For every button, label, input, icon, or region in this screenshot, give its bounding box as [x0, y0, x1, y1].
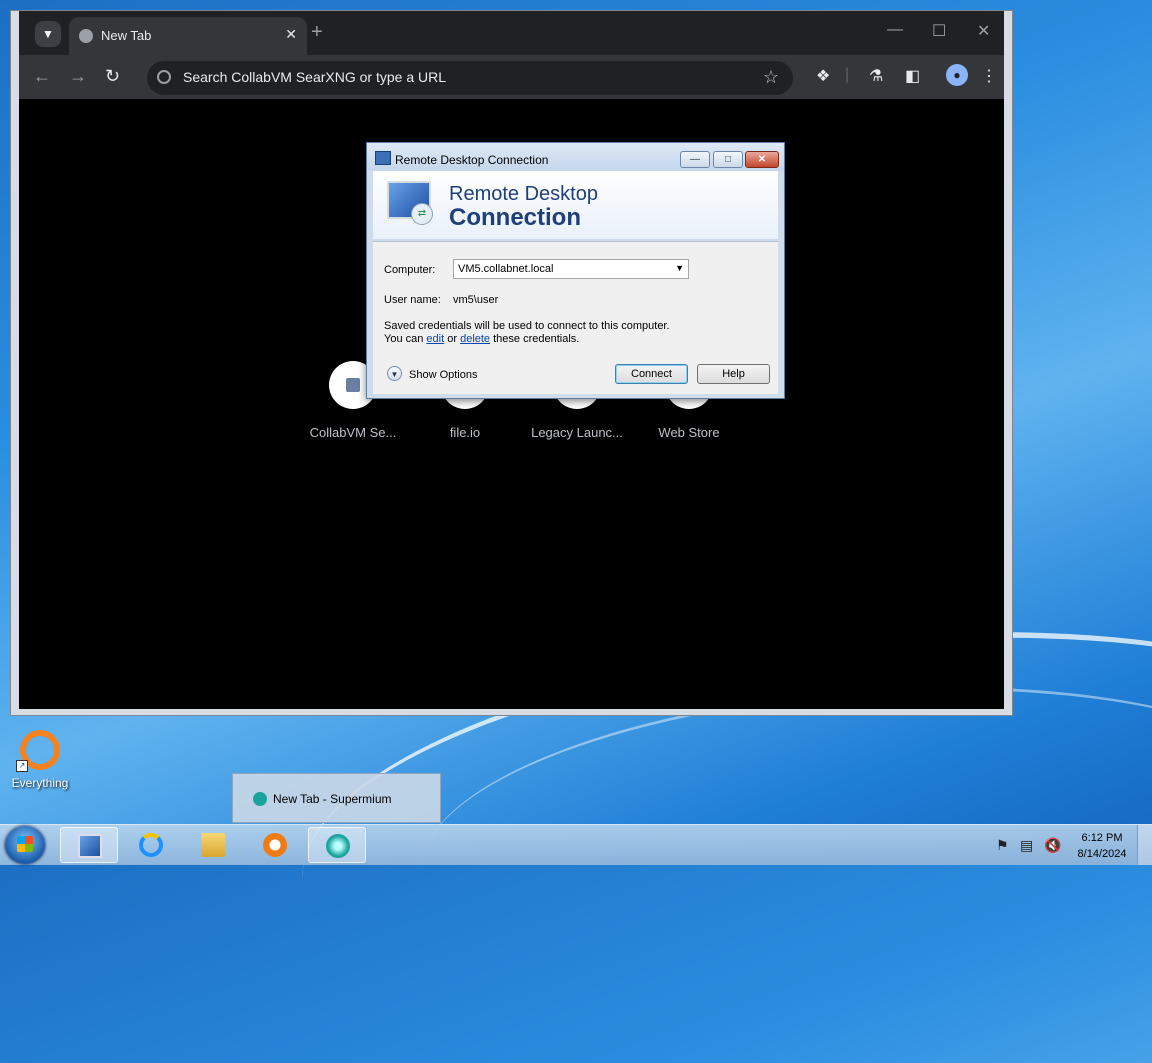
- rdp-minimize-icon[interactable]: —: [680, 151, 710, 168]
- supermium-browser-icon: [326, 834, 350, 858]
- action-center-flag-icon[interactable]: ⚑: [996, 837, 1009, 854]
- dropdown-arrow-icon[interactable]: ▼: [675, 263, 684, 273]
- rdp-close-icon[interactable]: ✕: [745, 151, 779, 168]
- computer-label: Computer:: [384, 264, 436, 276]
- minimize-icon[interactable]: —: [887, 21, 903, 39]
- taskbar-supermium[interactable]: [308, 827, 366, 863]
- media-player-icon: [263, 833, 287, 857]
- new-tab-plus-icon[interactable]: +: [311, 21, 323, 44]
- extensions-puzzle-icon[interactable]: ❖: [816, 66, 830, 86]
- browser-toolbar: ← → ↻ Search CollabVM SearXNG or type a …: [19, 55, 1004, 99]
- clock-date: 8/14/2024: [1077, 848, 1127, 860]
- labs-flask-icon[interactable]: ⚗: [869, 66, 883, 86]
- globe-icon: [79, 29, 93, 43]
- rdp-maximize-icon[interactable]: □: [713, 151, 743, 168]
- computer-combobox[interactable]: VM5.collabnet.local ▼: [453, 259, 689, 279]
- shortcut-label: Web Store: [658, 425, 720, 440]
- tab-search-chevron-icon[interactable]: ▼: [35, 21, 61, 47]
- taskbar: ⚑ ▤ 🔇 6:12 PM 8/14/2024: [0, 824, 1152, 865]
- side-panel-icon[interactable]: ◧: [905, 66, 920, 86]
- rdp-monitor-icon: [78, 834, 102, 858]
- site-info-icon[interactable]: [157, 70, 171, 84]
- toolbar-divider: |: [845, 66, 850, 83]
- volume-muted-icon[interactable]: 🔇: [1044, 837, 1061, 854]
- expand-chevron-icon[interactable]: ▼: [387, 366, 402, 381]
- show-desktop-button[interactable]: [1137, 825, 1152, 865]
- rdp-title-icon: [375, 151, 391, 165]
- tab-bar: ▼ New Tab ✕ + — ☐ ✕: [19, 11, 1004, 55]
- taskbar-media-player[interactable]: [246, 827, 304, 863]
- username-value: vm5\user: [453, 294, 499, 306]
- edit-credentials-link[interactable]: edit: [426, 333, 444, 345]
- preview-title: New Tab - Supermium: [273, 792, 392, 806]
- shortcut-label: Legacy Launc...: [531, 425, 623, 440]
- show-options-link[interactable]: Show Options: [409, 369, 477, 381]
- forward-arrow-icon[interactable]: →: [69, 66, 87, 87]
- cred-or: or: [447, 333, 458, 345]
- tab-title: New Tab: [101, 28, 152, 43]
- shortcut-label: file.io: [449, 425, 481, 440]
- computer-value: VM5.collabnet.local: [458, 263, 554, 275]
- credentials-actions: You can edit or delete these credentials…: [384, 333, 579, 345]
- rdp-titlebar[interactable]: Remote Desktop Connection — □ ✕: [367, 143, 784, 171]
- connect-button[interactable]: Connect: [615, 364, 688, 384]
- help-button[interactable]: Help: [697, 364, 770, 384]
- start-button[interactable]: [5, 826, 45, 864]
- maximize-icon[interactable]: ☐: [932, 21, 946, 41]
- network-icon[interactable]: ▤: [1020, 837, 1033, 854]
- credentials-text: Saved credentials will be used to connec…: [384, 320, 670, 332]
- bookmark-star-icon[interactable]: ☆: [763, 67, 779, 88]
- omnibox-placeholder: Search CollabVM SearXNG or type a URL: [183, 69, 446, 85]
- taskbar-file-explorer[interactable]: [184, 827, 242, 863]
- cred-suffix: these credentials.: [493, 333, 580, 345]
- delete-credentials-link[interactable]: delete: [460, 333, 490, 345]
- tab-new-tab[interactable]: New Tab ✕: [69, 17, 307, 55]
- system-clock[interactable]: 6:12 PM 8/14/2024: [1062, 830, 1142, 862]
- cred-prefix: You can: [384, 333, 424, 345]
- rdp-banner: ⇄ Remote Desktop Connection: [373, 171, 778, 239]
- folder-icon: [201, 833, 225, 857]
- desktop-icon-everything[interactable]: ↗ Everything: [8, 730, 72, 790]
- supermium-icon: [253, 792, 267, 806]
- tab-close-icon[interactable]: ✕: [285, 26, 297, 43]
- close-window-icon[interactable]: ✕: [977, 21, 990, 41]
- banner-line1: Remote Desktop: [449, 183, 598, 205]
- taskbar-thumbnail-preview[interactable]: New Tab - Supermium: [232, 773, 441, 823]
- menu-kebab-icon[interactable]: ⋮: [981, 66, 997, 86]
- rdp-dialog: Remote Desktop Connection — □ ✕ ⇄ Remote…: [366, 142, 785, 399]
- omnibox[interactable]: Search CollabVM SearXNG or type a URL ☆: [147, 61, 793, 95]
- profile-avatar-icon[interactable]: ●: [946, 64, 968, 86]
- rdp-body: Computer: VM5.collabnet.local ▼ User nam…: [373, 241, 778, 394]
- connection-arrows-icon: ⇄: [411, 203, 433, 225]
- taskbar-internet-explorer[interactable]: [122, 827, 180, 863]
- desktop-icon-label: Everything: [11, 776, 69, 790]
- internet-explorer-icon: [139, 833, 163, 857]
- taskbar-rdp[interactable]: [60, 827, 118, 863]
- windows-logo-icon: [17, 836, 33, 852]
- clock-time: 6:12 PM: [1081, 832, 1123, 844]
- username-label: User name:: [384, 294, 441, 306]
- rdp-window-title: Remote Desktop Connection: [395, 153, 549, 167]
- shortcut-arrow-icon: ↗: [16, 760, 28, 772]
- reload-icon[interactable]: ↻: [105, 66, 120, 87]
- back-arrow-icon[interactable]: ←: [33, 66, 51, 87]
- banner-line2: Connection: [449, 204, 581, 231]
- shortcut-label: CollabVM Se...: [309, 425, 397, 440]
